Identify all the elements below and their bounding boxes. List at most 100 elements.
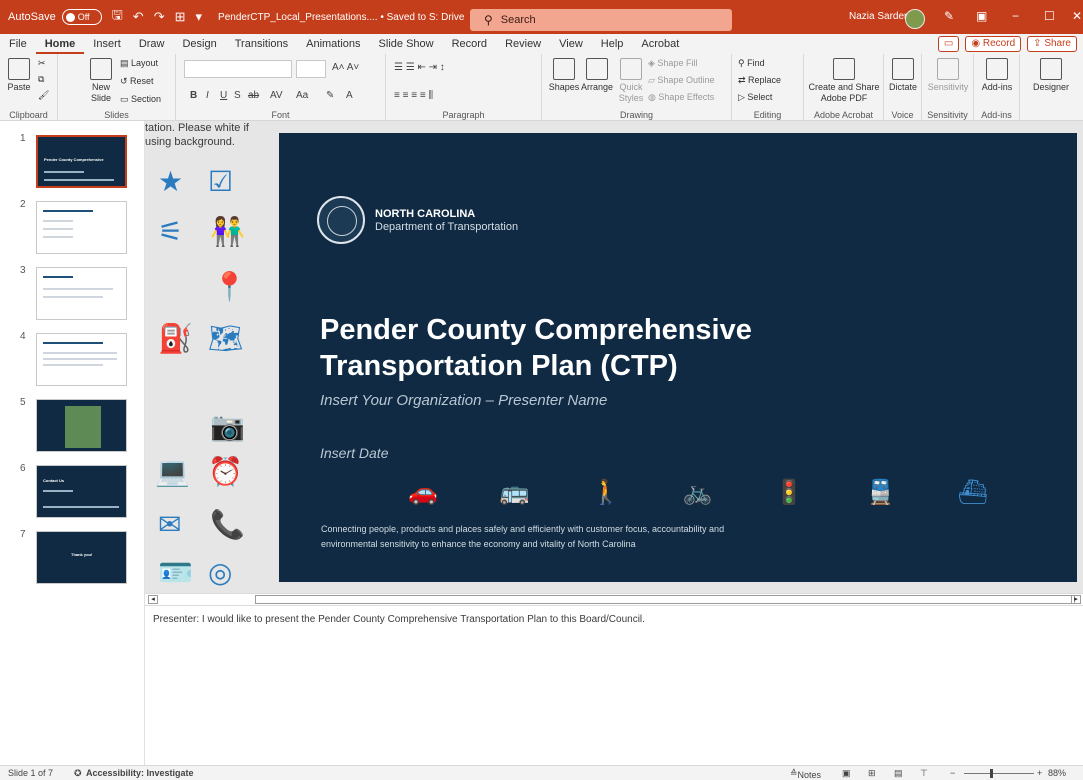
normal-view-icon[interactable]: ▣ xyxy=(842,768,851,779)
tab-file[interactable]: File xyxy=(0,34,36,54)
share-button[interactable]: ⇪ Share xyxy=(1027,36,1077,52)
new-slide-button[interactable]: New Slide xyxy=(86,58,116,104)
replace-button[interactable]: ⇄ Replace xyxy=(738,75,781,86)
slide-thumbnail-5[interactable] xyxy=(36,399,127,452)
shape-outline-button[interactable]: ▱ Shape Outline xyxy=(648,75,714,86)
font-size-field[interactable] xyxy=(296,60,326,78)
save-icon[interactable]: 🖫 xyxy=(112,6,123,28)
customize-qat-icon[interactable]: ▾ xyxy=(196,9,203,25)
shapes-button[interactable]: Shapes xyxy=(548,58,580,93)
shadow-button[interactable]: S xyxy=(234,90,241,101)
tab-help[interactable]: Help xyxy=(592,34,633,54)
copy-icon[interactable]: ⧉ xyxy=(38,74,44,85)
sensitivity-button[interactable]: Sensitivity xyxy=(924,58,972,93)
accessibility-icon[interactable]: ✪ xyxy=(74,768,82,779)
undo-icon[interactable]: ↶ xyxy=(133,9,144,25)
restroom-icon[interactable]: 👫 xyxy=(210,215,245,248)
ribbon-display-icon[interactable]: ▣ xyxy=(976,9,987,23)
notes-button[interactable]: ≙ Notes xyxy=(790,768,821,780)
wifi-icon[interactable]: ⚟ xyxy=(158,215,183,248)
cut-icon[interactable]: ✂ xyxy=(38,58,46,69)
shape-fill-button[interactable]: ◈ Shape Fill xyxy=(648,58,697,69)
checkbox-icon[interactable]: ☑ xyxy=(208,165,233,198)
slide-tagline[interactable]: Connecting people, products and places s… xyxy=(321,522,781,552)
slide-thumbnail-2[interactable] xyxy=(36,201,127,254)
autosave-toggle[interactable]: Off xyxy=(61,9,102,25)
scrollbar-thumb[interactable] xyxy=(255,595,1075,604)
highlight-icon[interactable]: ✎ xyxy=(326,90,334,101)
user-name[interactable]: Nazia Sarder xyxy=(849,11,907,22)
layout-button[interactable]: ▤ Layout xyxy=(120,58,158,69)
slide-sorter-icon[interactable]: ⊞ xyxy=(868,768,876,779)
tab-insert[interactable]: Insert xyxy=(84,34,130,54)
accessibility-status[interactable]: Accessibility: Investigate xyxy=(86,768,194,778)
location-pin-icon[interactable]: 📍 xyxy=(212,270,247,303)
maximize-icon[interactable]: ☐ xyxy=(1044,9,1055,23)
paste-button[interactable]: Paste xyxy=(6,58,32,93)
tab-animations[interactable]: Animations xyxy=(297,34,369,54)
zoom-in-icon[interactable]: + xyxy=(1037,768,1042,778)
pen-icon[interactable]: ✎ xyxy=(944,9,954,23)
close-icon[interactable]: ✕ xyxy=(1072,9,1082,23)
designer-button[interactable]: Designer xyxy=(1026,58,1076,93)
zoom-slider-knob[interactable] xyxy=(990,769,993,778)
char-spacing-button[interactable]: AV xyxy=(270,90,283,101)
slideshow-view-icon[interactable]: ⊤ xyxy=(920,768,928,779)
record-button[interactable]: ◉ Record xyxy=(965,36,1022,52)
slide-title[interactable]: Pender County Comprehensive Transportati… xyxy=(320,312,880,384)
tab-view[interactable]: View xyxy=(550,34,592,54)
increase-font-icon[interactable]: A˄ A˅ xyxy=(332,62,359,73)
zoom-slider[interactable] xyxy=(964,773,1034,774)
quick-styles-button[interactable]: Quick Styles xyxy=(614,58,648,104)
org-title[interactable]: NORTH CAROLINA xyxy=(375,208,475,220)
star-icon[interactable]: ★ xyxy=(158,165,183,198)
date-placeholder[interactable]: Insert Date xyxy=(320,445,388,461)
tab-acrobat[interactable]: Acrobat xyxy=(632,34,688,54)
change-case-button[interactable]: Aa xyxy=(296,90,308,101)
find-button[interactable]: ⚲ Find xyxy=(738,58,765,69)
slide-thumbnail-3[interactable] xyxy=(36,267,127,320)
font-name-field[interactable] xyxy=(184,60,292,78)
avatar[interactable] xyxy=(905,9,925,29)
reset-button[interactable]: ↺ Reset xyxy=(120,76,154,87)
arrange-button[interactable]: Arrange xyxy=(580,58,614,93)
tab-draw[interactable]: Draw xyxy=(130,34,174,54)
scroll-right-icon[interactable]: ▸ xyxy=(1071,595,1081,604)
search-input[interactable]: ⚲ Search xyxy=(470,9,732,31)
strikethrough-button[interactable]: ab xyxy=(248,90,259,101)
bold-button[interactable]: B xyxy=(190,90,197,101)
tab-slide-show[interactable]: Slide Show xyxy=(370,34,443,54)
tab-record[interactable]: Record xyxy=(443,34,496,54)
alarm-clock-icon[interactable]: ⏰ xyxy=(208,455,243,488)
file-name[interactable]: PenderCTP_Local_Presentations.... • Save… xyxy=(218,12,464,23)
camera-icon[interactable]: 📷 xyxy=(210,410,245,443)
select-button[interactable]: ▷ Select xyxy=(738,92,772,103)
tab-review[interactable]: Review xyxy=(496,34,550,54)
tab-home[interactable]: Home xyxy=(35,34,85,54)
id-card-icon[interactable]: 🪪 xyxy=(158,556,193,589)
present-from-start-icon[interactable]: ⊞ xyxy=(175,9,186,25)
laptop-icon[interactable]: 💻 xyxy=(155,455,190,488)
slide-thumbnail-1[interactable]: Pender County Comprehensive xyxy=(36,135,127,188)
format-painter-icon[interactable]: 🖌 xyxy=(38,90,49,101)
slide-thumbnail-4[interactable] xyxy=(36,333,127,386)
mail-icon[interactable]: ✉ xyxy=(158,508,181,541)
reading-view-icon[interactable]: ▤ xyxy=(894,768,903,779)
bullets-icon[interactable]: ☰ ☰ ⇤ ⇥ ↕ xyxy=(394,62,445,73)
addins-button[interactable]: Add-ins xyxy=(978,58,1016,93)
scroll-left-icon[interactable]: ◂ xyxy=(148,595,158,604)
gas-station-icon[interactable]: ⛽ xyxy=(158,322,193,355)
speaker-notes[interactable]: Presenter: I would like to present the P… xyxy=(153,614,645,625)
target-icon[interactable]: ◎ xyxy=(208,556,232,589)
shape-effects-button[interactable]: ◍ Shape Effects xyxy=(648,92,714,103)
org-subtitle[interactable]: Department of Transportation xyxy=(375,221,518,233)
zoom-out-icon[interactable]: − xyxy=(950,768,955,778)
create-share-pdf-button[interactable]: Create and Share Adobe PDF xyxy=(808,58,880,104)
section-button[interactable]: ▭ Section xyxy=(120,94,161,105)
tab-transitions[interactable]: Transitions xyxy=(226,34,297,54)
comments-button[interactable]: ▭ xyxy=(937,36,960,52)
font-color-icon[interactable]: A xyxy=(346,90,353,101)
zoom-level[interactable]: 88% xyxy=(1048,768,1066,778)
map-icon[interactable]: 🗺 xyxy=(208,322,244,355)
presenter-subtitle[interactable]: Insert Your Organization – Presenter Nam… xyxy=(320,392,607,409)
